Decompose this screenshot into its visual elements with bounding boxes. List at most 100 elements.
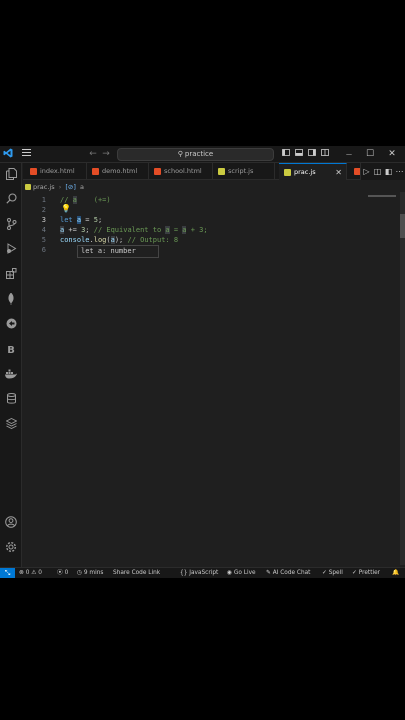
title-bar: ← → ⚲ practice — ☐ ✕ [0, 146, 405, 163]
time-tracker[interactable]: ◷ 9 mins [77, 568, 103, 578]
code-editor[interactable]: 1 2 3 4 5 6 // a (+=) let a = 5; a += 3;… [23, 195, 405, 565]
settings-gear-icon[interactable] [3, 541, 19, 557]
extensions-icon[interactable] [3, 268, 19, 284]
spell-check-button[interactable]: ✓ Spell [322, 568, 343, 578]
line-number: 4 [41, 226, 46, 234]
open-changes-icon[interactable]: ◫ [372, 163, 383, 180]
variable-symbol-icon: [⊘] [65, 183, 76, 191]
search-icon: ⚲ [177, 150, 183, 158]
explorer-icon[interactable] [3, 168, 19, 184]
activity-bar: B [0, 163, 22, 568]
scrollbar-track[interactable] [400, 192, 405, 565]
html-file-icon [92, 168, 99, 175]
ports-indicator[interactable]: ⦿ 0 [57, 568, 68, 578]
more-actions-icon[interactable]: ⋯ [394, 163, 405, 180]
notifications-bell-icon[interactable]: 🔔 [392, 568, 399, 578]
editor-actions: ▷ ◫ ◧ ⋯ [361, 163, 405, 180]
tab-overflow[interactable] [349, 163, 361, 180]
go-live-button[interactable]: ◉ Go Live [227, 568, 256, 578]
nav-forward-button[interactable]: → [101, 148, 111, 161]
hover-text: let a: number [81, 247, 136, 255]
scrollbar-thumb[interactable] [400, 214, 405, 238]
line-number: 6 [41, 246, 46, 254]
line-number: 5 [41, 236, 46, 244]
tab-label: school.html [164, 167, 202, 175]
line-number: 3 [41, 216, 46, 224]
check-double-icon: ✓ [352, 570, 357, 576]
search-icon[interactable] [3, 193, 19, 209]
mongodb-leaf-icon[interactable] [3, 292, 19, 309]
account-icon[interactable] [3, 516, 19, 532]
database-icon[interactable] [3, 393, 19, 409]
broadcast-icon: ⦿ [57, 570, 63, 576]
language-text: JavaScript [189, 570, 219, 576]
split-editor-icon[interactable]: ◧ [383, 163, 394, 180]
breadcrumb-file[interactable]: prac.js [33, 183, 55, 191]
html-file-icon [154, 168, 161, 175]
breadcrumb-symbol[interactable]: a [80, 183, 84, 191]
code-line-5: console.log(a); // Output: 8 [60, 236, 179, 244]
error-icon: ⊗ [19, 570, 24, 576]
html-file-icon [354, 168, 360, 175]
remote-indicator-icon[interactable]: ⤡ [0, 568, 15, 578]
toggle-panel-icon[interactable] [294, 148, 304, 161]
nav-back-button[interactable]: ← [88, 148, 98, 161]
check-icon: ✓ [322, 570, 327, 576]
run-file-icon[interactable]: ▷ [361, 163, 372, 180]
ai-icon: ✎ [266, 570, 271, 576]
prettier-button[interactable]: ✓ Prettier [352, 568, 380, 578]
tab-script-js[interactable]: script.js [213, 163, 275, 180]
tab-label: prac.js [294, 168, 316, 176]
clock-icon: ◷ [77, 570, 83, 576]
run-debug-icon[interactable] [3, 243, 19, 259]
braces-icon: {} [180, 570, 188, 576]
prettier-text: Prettier [358, 570, 381, 576]
tab-school-html[interactable]: school.html [149, 163, 213, 180]
tab-label: script.js [228, 167, 254, 175]
js-file-icon [218, 168, 225, 175]
hover-tooltip: let a: number [77, 245, 159, 258]
warning-icon: ⚠ [31, 570, 37, 576]
bootstrap-b-icon[interactable]: B [3, 343, 19, 359]
tab-prac-js[interactable]: prac.js ✕ [279, 163, 347, 180]
tab-label: demo.html [102, 167, 138, 175]
minimap-slider[interactable] [368, 195, 396, 197]
customize-layout-icon[interactable] [320, 148, 330, 161]
command-center-search[interactable]: ⚲ practice [117, 148, 274, 161]
lightbulb-icon[interactable]: 💡 [61, 204, 71, 214]
vscode-logo-icon [2, 148, 13, 161]
menu-icon[interactable] [20, 148, 32, 161]
line-number: 2 [41, 206, 46, 214]
search-text: practice [184, 150, 214, 158]
time-text: 9 mins [83, 570, 104, 576]
tab-label: index.html [40, 167, 75, 175]
maximize-button[interactable]: ☐ [364, 148, 376, 161]
spell-text: Spell [328, 570, 343, 576]
editor-tab-bar: index.html demo.html school.html script.… [23, 163, 405, 180]
error-count: 0 [25, 570, 30, 576]
line-number-gutter: 1 2 3 4 5 6 [23, 195, 49, 255]
close-tab-icon[interactable]: ✕ [335, 164, 342, 180]
go-live-text: Go Live [233, 570, 256, 576]
tab-index-html[interactable]: index.html [25, 163, 87, 180]
tab-demo-html[interactable]: demo.html [87, 163, 149, 180]
source-control-icon[interactable] [3, 218, 19, 234]
docker-icon[interactable] [3, 368, 19, 384]
share-code-link[interactable]: Share Code Link [113, 568, 160, 578]
language-mode[interactable]: {} JavaScript [180, 568, 218, 578]
status-bar: ⤡ ⊗ 0 ⚠ 0 ⦿ 0 ◷ 9 mins Share Code Link {… [0, 567, 405, 578]
remote-explorer-icon[interactable] [3, 318, 19, 334]
layers-icon[interactable] [3, 417, 19, 434]
minimize-button[interactable]: — [343, 148, 355, 161]
html-file-icon [30, 168, 37, 175]
close-window-button[interactable]: ✕ [386, 148, 398, 161]
toggle-sidebar-icon[interactable] [281, 148, 291, 161]
code-line-3: let a = 5; [60, 216, 103, 224]
problems-indicator[interactable]: ⊗ 0 ⚠ 0 [19, 568, 42, 578]
js-file-icon [284, 169, 291, 176]
ai-code-chat-button[interactable]: ✎ AI Code Chat [266, 568, 310, 578]
broadcast-icon: ◉ [227, 570, 233, 576]
line-number: 1 [41, 196, 46, 204]
toggle-secondary-sidebar-icon[interactable] [307, 148, 317, 161]
